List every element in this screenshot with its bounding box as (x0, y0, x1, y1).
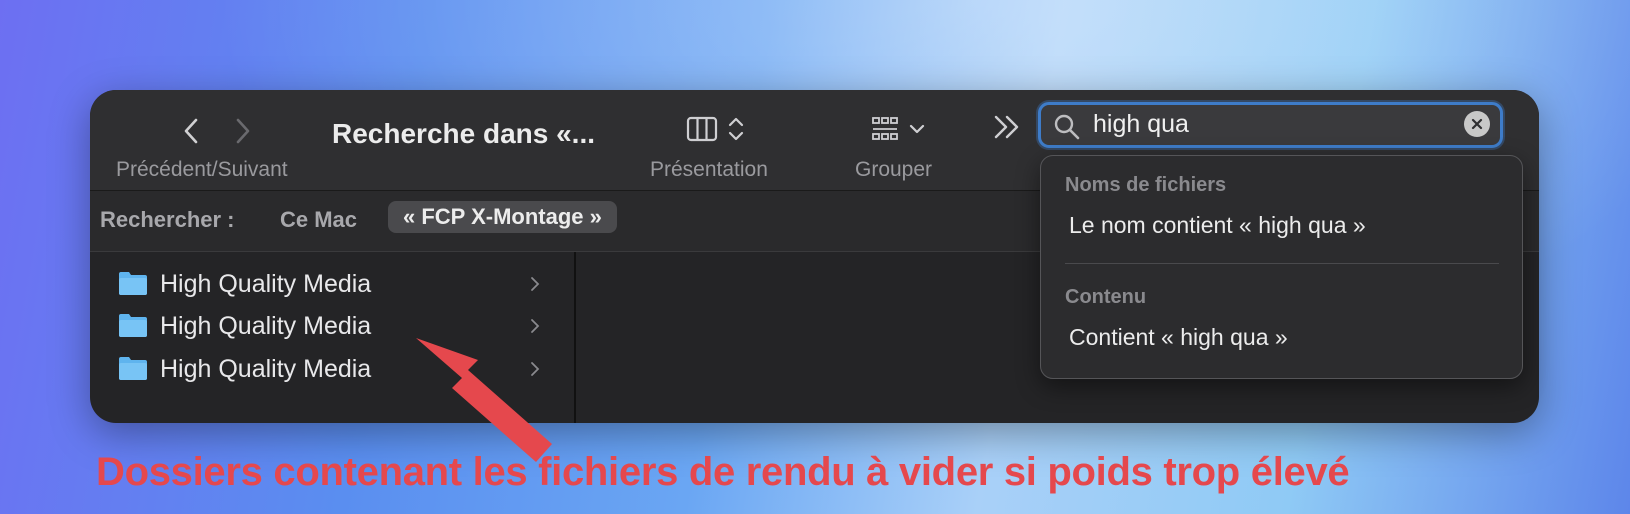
group-label: Grouper (855, 158, 933, 181)
menu-separator (1065, 263, 1499, 264)
nav-group: Précédent/Suivant (116, 100, 306, 185)
window-title: Recherche dans «... (332, 118, 596, 149)
suggestion-content-contains[interactable]: Contient « high qua » (1069, 324, 1288, 351)
content-section-header: Contenu (1065, 286, 1147, 308)
presentation-button[interactable]: Présentation (650, 100, 800, 185)
nav-label: Précédent/Suivant (116, 158, 288, 181)
chevron-right-icon (531, 277, 540, 291)
annotation-caption: Dossiers contenant les fichiers de rendu… (96, 450, 1350, 494)
list-item[interactable]: High Quality Media (90, 306, 560, 346)
filenames-section-header: Noms de fichiers (1065, 174, 1227, 196)
list-item[interactable]: High Quality Media (90, 349, 560, 389)
scope-this-mac[interactable]: Ce Mac (280, 207, 357, 233)
folder-icon (119, 357, 147, 380)
presentation-label: Présentation (650, 158, 768, 181)
folder-name: High Quality Media (160, 270, 372, 298)
list-item[interactable]: High Quality Media (90, 264, 560, 304)
folder-icon (119, 314, 147, 337)
scope-folder-selected[interactable]: « FCP X-Montage » (388, 201, 617, 233)
search-input[interactable] (1093, 107, 1433, 141)
chevron-right-icon (531, 362, 540, 376)
search-field[interactable] (1038, 102, 1503, 148)
folder-icon (119, 272, 147, 295)
columns-view-icon (686, 116, 744, 142)
clear-search-button[interactable] (1464, 111, 1490, 137)
folder-name: High Quality Media (160, 312, 372, 340)
chevron-right-icon (236, 118, 250, 144)
forward-button[interactable] (228, 116, 258, 146)
folder-name: High Quality Media (160, 355, 372, 383)
search-suggestions-menu: Noms de fichiers Le nom contient « high … (1040, 155, 1523, 379)
scope-label: Rechercher : (100, 207, 235, 232)
search-icon (1054, 114, 1080, 140)
results-column: High Quality Media High Quality Media Hi… (90, 252, 576, 423)
suggestion-name-contains[interactable]: Le nom contient « high qua » (1069, 212, 1366, 239)
back-button[interactable] (176, 116, 206, 146)
group-grid-icon (872, 117, 925, 140)
toolbar-overflow-icon[interactable] (992, 114, 1022, 140)
group-button[interactable]: Grouper (855, 100, 965, 185)
close-icon (1471, 118, 1483, 130)
chevron-left-icon (184, 118, 198, 144)
chevron-right-icon (531, 319, 540, 333)
